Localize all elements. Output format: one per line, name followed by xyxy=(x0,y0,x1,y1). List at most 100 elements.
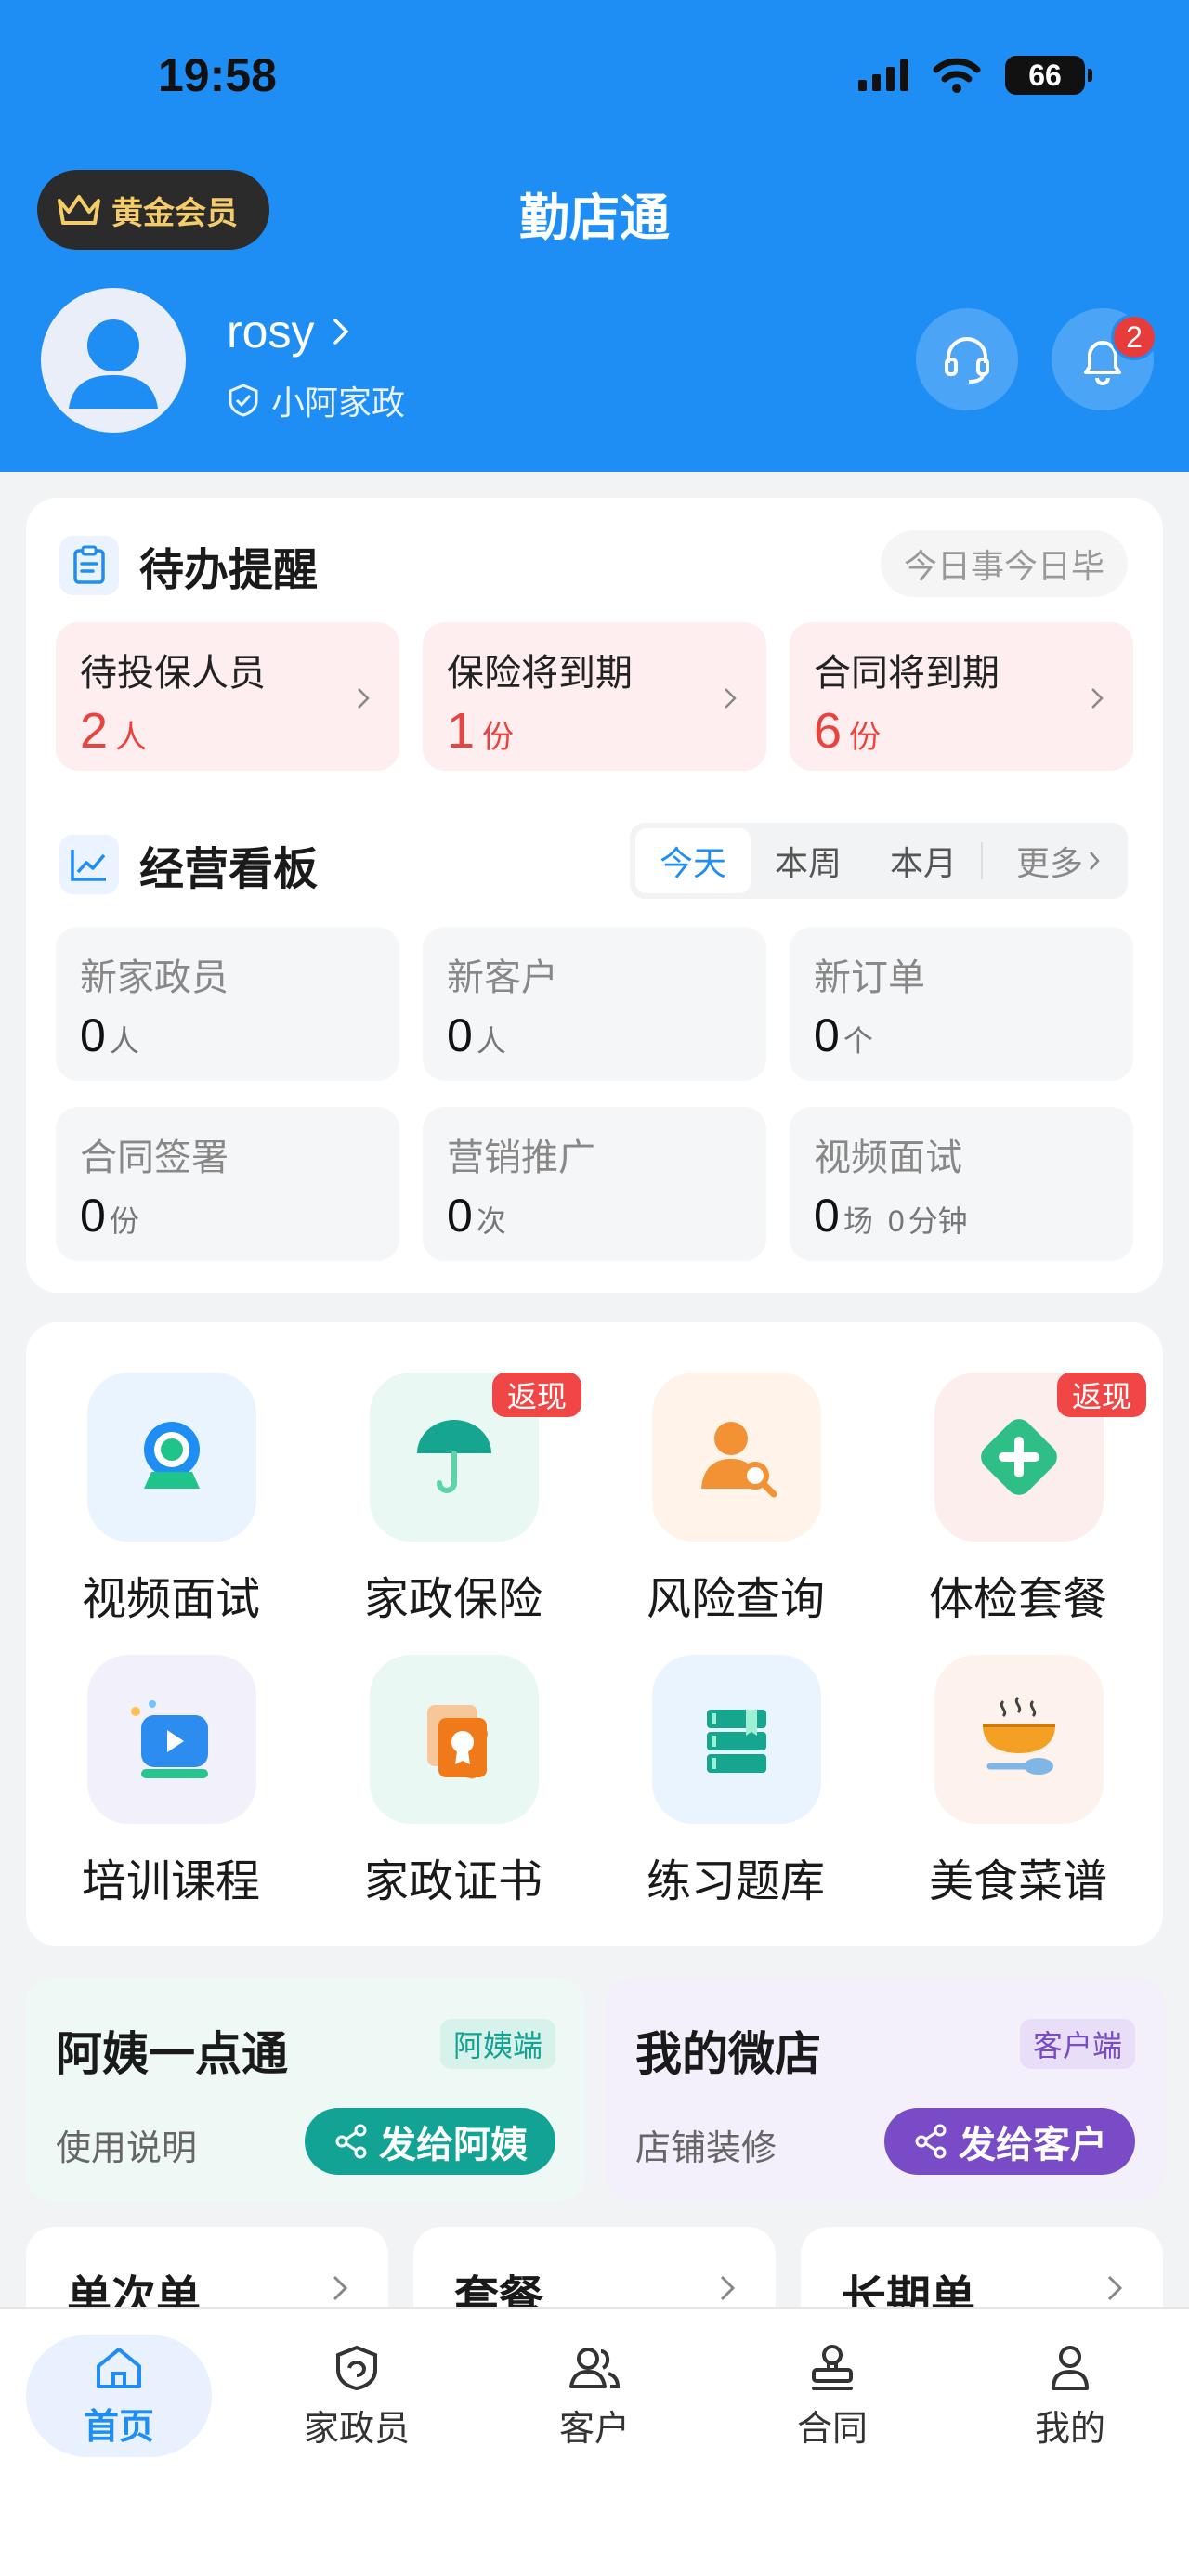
housekeeper-icon xyxy=(336,2345,377,2390)
todo-unit: 份 xyxy=(849,720,882,755)
tab-more-label: 更多 xyxy=(1015,844,1083,882)
chevron-right-icon xyxy=(333,319,349,345)
chevron-right-icon xyxy=(1091,688,1104,709)
stat-marketing[interactable]: 营销推广 0次 xyxy=(423,1107,766,1261)
todo-title: 待办提醒 xyxy=(139,546,319,595)
stat-video-interviews[interactable]: 视频面试 0 场 0 分钟 xyxy=(790,1107,1133,1261)
service-label: 美食菜谱 xyxy=(928,1857,1107,1906)
status-icons: 66 xyxy=(858,56,1092,95)
avatar[interactable] xyxy=(41,288,186,433)
home-icon xyxy=(97,2347,141,2388)
stat-value: 0 xyxy=(814,1009,840,1061)
notification-badge: 2 xyxy=(1111,314,1157,360)
nav-label: 合同 xyxy=(796,2409,868,2449)
book-stack-icon xyxy=(652,1655,821,1824)
todo-item-insurance-expiring[interactable]: 保险将到期 1份 xyxy=(423,622,766,771)
stat-value: 0 xyxy=(814,1190,840,1242)
trend-chart-icon xyxy=(59,835,119,894)
stat-label: 新家政员 xyxy=(80,957,229,998)
user-name: rosy xyxy=(227,306,315,358)
stat-value: 0 xyxy=(80,1190,106,1242)
send-to-customer-button[interactable]: 发给客户 xyxy=(884,2108,1135,2175)
stat-label: 新订单 xyxy=(814,957,925,998)
stat-new-orders[interactable]: 新订单 0个 xyxy=(790,927,1133,1081)
customers-icon xyxy=(569,2347,621,2388)
stat-new-customers[interactable]: 新客户 0人 xyxy=(423,927,766,1081)
stat-value: 0 xyxy=(447,1009,473,1061)
stat-new-housekeepers[interactable]: 新家政员 0人 xyxy=(56,927,399,1081)
nav-label: 家政员 xyxy=(303,2409,410,2449)
customer-service-button[interactable] xyxy=(916,308,1018,410)
notification-button[interactable]: 2 xyxy=(1052,308,1157,410)
service-training[interactable]: 培训课程 xyxy=(32,1655,310,1933)
nav-home[interactable]: 首页 xyxy=(26,2335,212,2457)
todo-unit: 份 xyxy=(482,720,515,755)
board-period-tabs: 今天 本周 本月 更多 xyxy=(630,823,1128,899)
wifi-icon xyxy=(933,58,981,93)
service-question-bank[interactable]: 练习题库 xyxy=(596,1655,875,1933)
todo-value: 6 xyxy=(814,703,843,759)
nav-housekeepers[interactable]: 家政员 xyxy=(264,2335,450,2457)
todo-label: 保险将到期 xyxy=(447,653,633,694)
stat-unit: 次 xyxy=(476,1204,506,1238)
battery-icon: 66 xyxy=(1005,56,1092,95)
usage-guide-link[interactable]: 使用说明 xyxy=(56,2119,197,2170)
todo-unit: 人 xyxy=(115,720,148,755)
promo-title: 阿姨一点通 xyxy=(56,2028,288,2080)
promo-title: 我的微店 xyxy=(635,2028,821,2080)
share-icon xyxy=(335,2124,367,2159)
user-name-link[interactable]: rosy xyxy=(227,305,349,358)
shop-verified: 小阿家政 xyxy=(227,376,405,424)
service-insurance[interactable]: 返现 家政保险 xyxy=(314,1373,593,1651)
todo-label: 待投保人员 xyxy=(80,653,266,694)
service-recipes[interactable]: 美食菜谱 xyxy=(879,1655,1157,1933)
send-to-aunt-button[interactable]: 发给阿姨 xyxy=(305,2108,555,2175)
chevron-right-icon xyxy=(358,688,370,709)
cashback-badge: 返现 xyxy=(1057,1373,1146,1417)
service-label: 体检套餐 xyxy=(928,1575,1107,1624)
promo-aunt-card[interactable]: 阿姨一点通 阿姨端 使用说明 发给阿姨 xyxy=(26,1978,585,2201)
stat-unit: 场 xyxy=(843,1204,873,1238)
service-risk-check[interactable]: 风险查询 xyxy=(596,1373,875,1651)
service-label: 培训课程 xyxy=(81,1857,260,1906)
user-avatar-icon xyxy=(69,319,158,409)
promo-shop-card[interactable]: 我的微店 客户端 店铺装修 发给客户 xyxy=(606,1978,1165,2201)
service-video-interview[interactable]: 视频面试 xyxy=(32,1373,310,1651)
service-certificate[interactable]: 家政证书 xyxy=(314,1655,593,1933)
profile-icon xyxy=(1052,2345,1089,2390)
cashback-badge: 返现 xyxy=(492,1373,581,1417)
headset-icon xyxy=(945,337,989,384)
stat-unit-minutes: 分钟 xyxy=(908,1204,968,1238)
todo-value: 2 xyxy=(80,703,109,759)
board-title: 经营看板 xyxy=(139,845,319,894)
stat-label: 合同签署 xyxy=(80,1138,229,1178)
todo-item-insure[interactable]: 待投保人员 2人 xyxy=(56,622,399,771)
todo-item-contract-expiring[interactable]: 合同将到期 6份 xyxy=(790,622,1133,771)
stat-contracts[interactable]: 合同签署 0份 xyxy=(56,1107,399,1261)
person-search-icon xyxy=(652,1373,821,1542)
shop-decoration-link[interactable]: 店铺装修 xyxy=(635,2119,777,2170)
certificate-icon xyxy=(370,1655,539,1824)
service-health-check[interactable]: 返现 体检套餐 xyxy=(879,1373,1157,1651)
service-label: 家政证书 xyxy=(363,1857,542,1906)
stamp-icon xyxy=(812,2344,853,2390)
service-label: 练习题库 xyxy=(646,1857,825,1906)
tab-month[interactable]: 本月 xyxy=(866,828,981,893)
tab-week[interactable]: 本周 xyxy=(751,828,866,893)
status-time: 19:58 xyxy=(158,49,277,101)
tab-more[interactable]: 更多 xyxy=(981,842,1120,882)
todo-section-title: 待办提醒 xyxy=(59,533,318,598)
stat-unit: 人 xyxy=(109,1024,139,1058)
stat-unit: 人 xyxy=(476,1024,506,1058)
clipboard-icon xyxy=(59,536,119,595)
app-title: 勤店通 xyxy=(519,190,670,246)
nav-customers[interactable]: 客户 xyxy=(502,2335,687,2457)
signal-icon xyxy=(858,59,908,91)
nav-contracts[interactable]: 合同 xyxy=(739,2335,925,2457)
nav-label: 客户 xyxy=(558,2409,630,2449)
tab-today[interactable]: 今天 xyxy=(635,828,751,893)
nav-mine[interactable]: 我的 xyxy=(977,2335,1163,2457)
nav-label: 我的 xyxy=(1034,2409,1105,2449)
todo-value: 1 xyxy=(447,703,476,759)
chevron-right-icon xyxy=(1090,852,1100,870)
